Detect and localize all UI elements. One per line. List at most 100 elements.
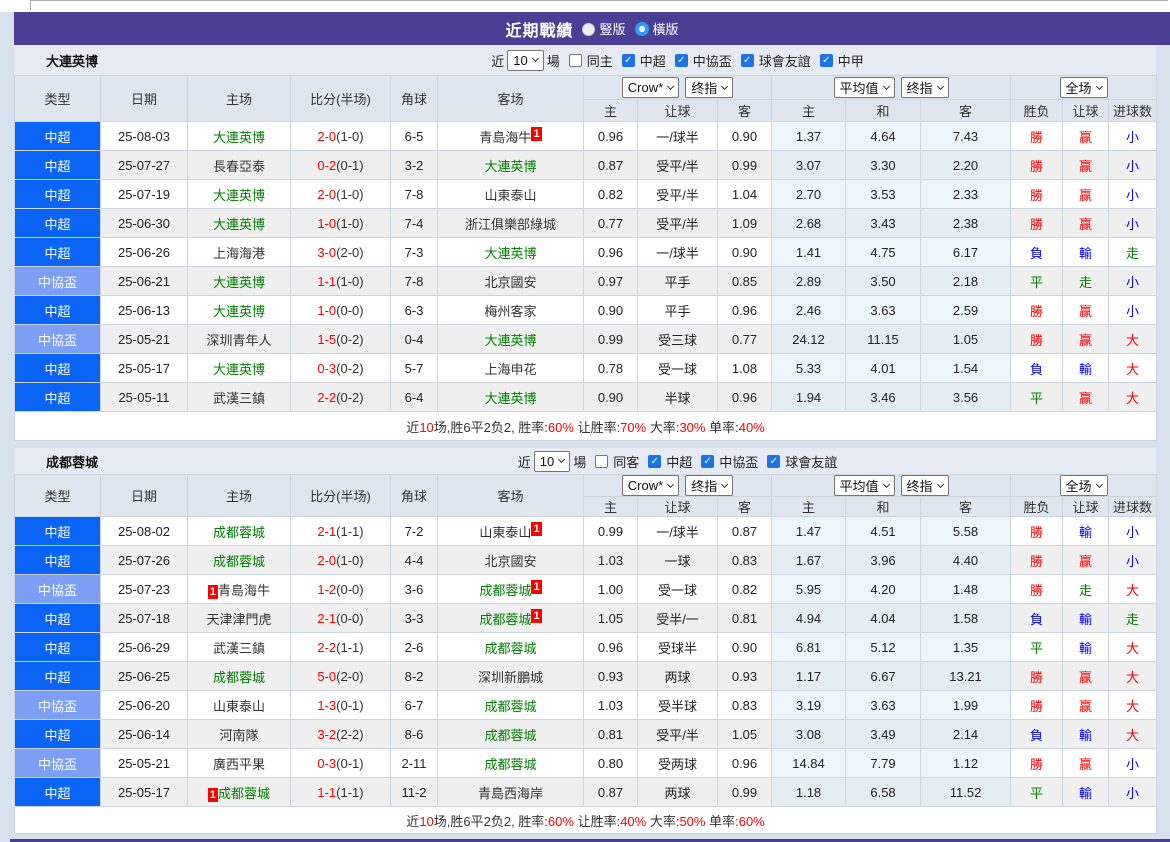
final-odds-select-value: 终指 bbox=[691, 479, 718, 494]
home-team-name: 大連英博 bbox=[212, 187, 265, 203]
cell-odds-home: 1.03 bbox=[583, 545, 638, 575]
cell-avg-home: 6.81 bbox=[771, 632, 847, 662]
halftime-score: (0-2) bbox=[336, 331, 364, 347]
layout-option-vertical[interactable]: 豎版 bbox=[582, 19, 626, 38]
table-row: 中協盃 25-05-21 廣西平果 0-3(0-1) 2-11 成都蓉城 0.80 受两球 0.… bbox=[14, 748, 1158, 778]
away-team-name: 青島海牛 bbox=[479, 129, 532, 145]
cell-handicap: 受两球 bbox=[637, 748, 718, 778]
cell-handicap: 一/球半 bbox=[637, 121, 718, 151]
games-count-select[interactable]: 10 bbox=[507, 49, 544, 71]
cell-odds-home: 0.87 bbox=[583, 777, 638, 807]
league-checkbox-1-checked[interactable]: ✓ bbox=[701, 454, 715, 468]
final-odds-select[interactable]: 终指 bbox=[685, 77, 734, 98]
final-odds-select-2[interactable]: 终指 bbox=[900, 77, 949, 98]
cell-date: 25-07-27 bbox=[100, 150, 188, 180]
cell-date: 25-07-23 bbox=[100, 574, 188, 604]
odds-provider-select[interactable]: Crow* bbox=[621, 475, 680, 496]
summary-segment: 单率: bbox=[705, 419, 739, 435]
cell-avg-home: 1.18 bbox=[771, 777, 847, 807]
summary-segment: 场,胜6平2负2, 胜率: bbox=[433, 419, 548, 435]
cell-corners: 0-4 bbox=[390, 324, 438, 354]
home-team-name: 成都蓉城 bbox=[212, 669, 265, 685]
league-badge: 中協盃 bbox=[14, 574, 101, 604]
cell-avg-draw: 11.15 bbox=[845, 324, 922, 354]
table-row: 中超 25-07-27 長春亞泰 0-2(0-1) 3-2 大連英博 0.87 受平/半 0.9… bbox=[14, 150, 1158, 180]
cell-date: 25-05-11 bbox=[100, 382, 188, 412]
cell-result: 勝 bbox=[1010, 545, 1064, 575]
scope-select[interactable]: 全场 bbox=[1059, 77, 1108, 98]
chevron-down-icon bbox=[936, 480, 944, 488]
league-checkbox-0-checked[interactable]: ✓ bbox=[621, 53, 635, 67]
final-odds-select[interactable]: 终指 bbox=[685, 475, 734, 496]
league-checkbox-2-checked[interactable]: ✓ bbox=[740, 53, 754, 67]
cell-handicap: 两球 bbox=[637, 777, 718, 807]
cell-avg-away: 6.17 bbox=[920, 237, 1012, 267]
cell-score: 3-0(2-0) bbox=[290, 237, 391, 267]
cell-handicap-result: 輸 bbox=[1062, 237, 1110, 267]
cell-avg-draw: 3.53 bbox=[845, 179, 922, 209]
final-odds-select-2[interactable]: 终指 bbox=[900, 475, 949, 496]
league-checkbox-1-checked[interactable]: ✓ bbox=[674, 53, 688, 67]
cell-odds-home: 0.99 bbox=[583, 516, 638, 546]
near-label: 近 bbox=[491, 53, 505, 69]
average-odds-select-value: 平均值 bbox=[839, 479, 879, 494]
odds-group-header-3: 全场 bbox=[1010, 474, 1158, 497]
cell-corners: 7-8 bbox=[390, 179, 438, 209]
cell-home-team: 大連英博 bbox=[187, 266, 291, 296]
cell-odds-home: 0.96 bbox=[583, 121, 638, 151]
cell-home-team: 成都蓉城 bbox=[187, 516, 291, 546]
layout-option-horizontal[interactable]: 橫版 bbox=[634, 19, 679, 38]
cell-date: 25-05-21 bbox=[100, 748, 188, 778]
cell-odds-away: 0.85 bbox=[716, 266, 773, 296]
chevron-down-icon bbox=[667, 480, 675, 488]
away-team-name: 成都蓉城 bbox=[484, 756, 537, 772]
col-home-header: 主场 bbox=[187, 474, 291, 517]
chevron-down-icon bbox=[721, 480, 729, 488]
col-score-header: 比分(半场) bbox=[290, 474, 391, 517]
away-team-name: 成都蓉城 bbox=[484, 727, 537, 743]
games-count-select-value: 10 bbox=[539, 453, 555, 469]
home-team-name: 武漢三鎮 bbox=[212, 640, 265, 656]
cell-date: 25-06-25 bbox=[100, 661, 188, 691]
cell-score: 2-0(1-0) bbox=[290, 121, 391, 151]
odds-provider-select-value: Crow* bbox=[627, 478, 664, 493]
league-checkbox-2-checked[interactable]: ✓ bbox=[767, 454, 781, 468]
fulltime-score: 0-3 bbox=[317, 755, 337, 771]
cell-home-team: 天津津門虎 bbox=[187, 603, 291, 633]
games-count-select[interactable]: 10 bbox=[533, 450, 571, 472]
league-checkbox-3-checked[interactable]: ✓ bbox=[819, 53, 833, 67]
scope-select[interactable]: 全场 bbox=[1059, 475, 1108, 496]
col-home-header: 主场 bbox=[187, 75, 291, 122]
cell-score: 0-2(0-1) bbox=[290, 150, 391, 180]
away-team-name: 成都蓉城 bbox=[484, 698, 537, 714]
fulltime-score: 2-0 bbox=[317, 186, 337, 202]
cell-handicap-result: 赢 bbox=[1062, 690, 1110, 720]
games-suffix-label: 場 bbox=[573, 454, 587, 470]
radio-selected-icon[interactable] bbox=[634, 22, 649, 36]
same-venue-checkbox-unchecked[interactable] bbox=[595, 454, 609, 468]
league-checkbox-label-0: 中超 bbox=[666, 454, 693, 470]
cell-goals-result: 大 bbox=[1108, 690, 1158, 720]
home-team-name: 大連英博 bbox=[212, 216, 265, 232]
summary-segment: 60% bbox=[547, 813, 574, 829]
same-venue-label: 同客 bbox=[613, 454, 640, 470]
radio-unselected-icon[interactable] bbox=[582, 23, 596, 36]
cell-score: 1-0(0-0) bbox=[290, 295, 391, 325]
average-odds-select[interactable]: 平均值 bbox=[833, 77, 895, 98]
odds-provider-select[interactable]: Crow* bbox=[621, 77, 680, 98]
average-odds-select[interactable]: 平均值 bbox=[833, 475, 895, 496]
summary-segment: 近 bbox=[406, 419, 420, 435]
cell-handicap: 受平/半 bbox=[637, 208, 718, 238]
cell-score: 1-2(0-0) bbox=[290, 574, 391, 604]
league-checkbox-0-checked[interactable]: ✓ bbox=[648, 454, 662, 468]
cell-home-team: 大連英博 bbox=[187, 121, 291, 151]
cell-corners: 7-3 bbox=[390, 237, 438, 267]
chevron-down-icon bbox=[936, 82, 944, 90]
games-suffix-label: 場 bbox=[546, 53, 560, 69]
cell-odds-away: 0.90 bbox=[716, 121, 773, 151]
cell-away-team: 大連英博 bbox=[437, 150, 584, 180]
cell-goals-result: 小 bbox=[1108, 208, 1158, 238]
odds-group-header-3: 全场 bbox=[1010, 75, 1158, 100]
league-badge: 中超 bbox=[14, 382, 101, 412]
same-venue-checkbox-unchecked[interactable] bbox=[568, 53, 582, 67]
